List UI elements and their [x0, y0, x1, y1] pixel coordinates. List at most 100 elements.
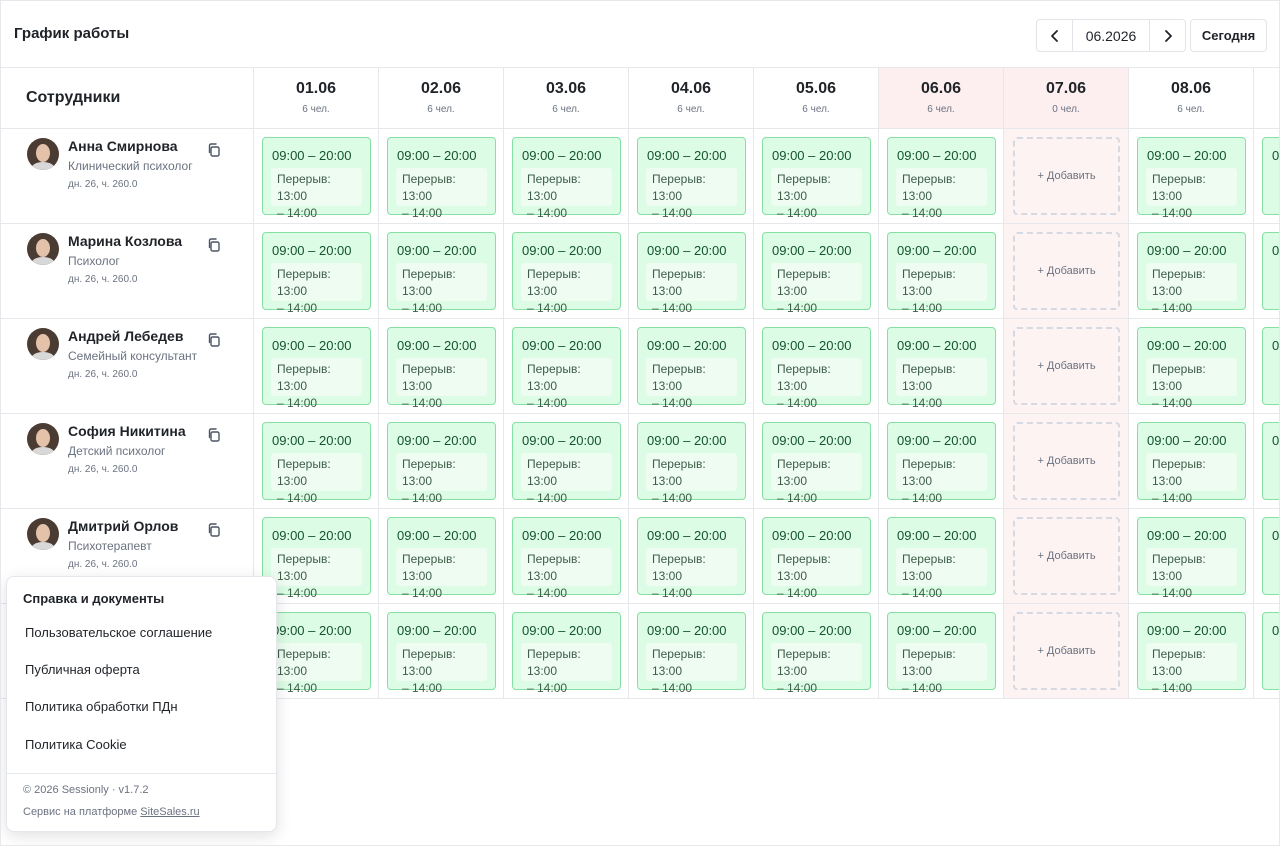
shift-card[interactable]: 09:00 – 20:00 Перерыв: 13:00 – 14:00: [512, 422, 621, 505]
shift-card[interactable]: 09:00 – 20:00 Перерыв: 13:00 – 14:00: [637, 612, 746, 695]
break-end: – 14:00: [277, 491, 318, 505]
employee-name[interactable]: Дмитрий Орлов: [68, 518, 178, 534]
shift-card[interactable]: 09:00 – 20:00 Перерыв: 13:00 – 14:00: [637, 422, 746, 505]
shift-card-partial[interactable]: 09:00 – 20:00: [1262, 232, 1279, 310]
day-date: 06.06: [920, 80, 962, 97]
shift-card[interactable]: 09:00 – 20:00 Перерыв: 13:00 – 14:00: [762, 232, 871, 315]
employee-name[interactable]: София Никитина: [68, 423, 186, 439]
terms-of-use-link[interactable]: Пользовательское соглашение: [25, 625, 212, 640]
shift-card[interactable]: 09:00 – 20:00 Перерыв: 13:00 – 14:00: [262, 422, 371, 505]
shift-card-partial[interactable]: 09:00 – 20:00: [1262, 422, 1279, 500]
day-date: 04.06: [670, 80, 712, 97]
shift-break: Перерыв: 13:00 – 14:00: [896, 263, 987, 315]
cookie-policy-link[interactable]: Политика Cookie: [25, 737, 127, 752]
public-offer-link[interactable]: Публичная оферта: [25, 662, 140, 677]
today-button[interactable]: Сегодня: [1190, 19, 1267, 52]
shift-card[interactable]: 09:00 – 20:00 Перерыв: 13:00 – 14:00: [637, 517, 746, 600]
add-shift-button[interactable]: + Добавить: [1013, 612, 1120, 690]
employee-name[interactable]: Андрей Лебедев: [68, 328, 183, 344]
shift-card[interactable]: 09:00 – 20:00 Перерыв: 13:00 – 14:00: [262, 517, 371, 600]
copy-icon[interactable]: [206, 332, 222, 348]
avatar-face: [36, 429, 50, 447]
shift-break: Перерыв: 13:00 – 14:00: [646, 643, 737, 695]
break-start: Перерыв: 13:00: [652, 362, 706, 393]
break-start: Перерыв: 13:00: [527, 267, 581, 298]
shift-card[interactable]: 09:00 – 20:00 Перерыв: 13:00 – 14:00: [387, 422, 496, 505]
shift-card[interactable]: 09:00 – 20:00 Перерыв: 13:00 – 14:00: [637, 327, 746, 410]
shift-card[interactable]: 09:00 – 20:00 Перерыв: 13:00 – 14:00: [262, 232, 371, 315]
shift-card[interactable]: 09:00 – 20:00 Перерыв: 13:00 – 14:00: [762, 422, 871, 505]
add-shift-button[interactable]: + Добавить: [1013, 232, 1120, 310]
copy-icon[interactable]: [206, 522, 222, 538]
day-cell: 09:00 – 20:00 Перерыв: 13:00 – 14:00: [628, 604, 753, 698]
shift-card[interactable]: 09:00 – 20:00 Перерыв: 13:00 – 14:00: [262, 137, 371, 220]
add-shift-button[interactable]: + Добавить: [1013, 137, 1120, 215]
employee-hours: дн. 26, ч. 260.0: [68, 369, 138, 380]
shift-card[interactable]: 09:00 – 20:00 Перерыв: 13:00 – 14:00: [1137, 232, 1246, 315]
day-header-3: 04.06 6 чел.: [628, 68, 753, 128]
break-start: Перерыв: 13:00: [277, 267, 331, 298]
shift-card[interactable]: 09:00 – 20:00 Перерыв: 13:00 – 14:00: [1137, 137, 1246, 220]
shift-card[interactable]: 09:00 – 20:00 Перерыв: 13:00 – 14:00: [762, 327, 871, 410]
shift-card[interactable]: 09:00 – 20:00 Перерыв: 13:00 – 14:00: [887, 232, 996, 315]
shift-card[interactable]: 09:00 – 20:00 Перерыв: 13:00 – 14:00: [387, 612, 496, 695]
shift-card[interactable]: 09:00 – 20:00 Перерыв: 13:00 – 14:00: [1137, 422, 1246, 505]
copy-icon[interactable]: [206, 237, 222, 253]
add-shift-button[interactable]: + Добавить: [1013, 327, 1120, 405]
current-month[interactable]: 06.2026: [1072, 20, 1150, 51]
shift-time: 09:00 – 20:00: [397, 433, 477, 448]
shift-card[interactable]: 09:00 – 20:00 Перерыв: 13:00 – 14:00: [1137, 612, 1246, 695]
shift-card[interactable]: 09:00 – 20:00 Перерыв: 13:00 – 14:00: [637, 232, 746, 315]
shift-card[interactable]: 09:00 – 20:00 Перерыв: 13:00 – 14:00: [1137, 517, 1246, 600]
add-shift-button[interactable]: + Добавить: [1013, 517, 1120, 595]
next-month-button[interactable]: [1150, 20, 1185, 51]
shift-card[interactable]: 09:00 – 20:00 Перерыв: 13:00 – 14:00: [512, 517, 621, 600]
shift-card-partial[interactable]: 09:00 – 20:00: [1262, 612, 1279, 690]
prev-month-button[interactable]: [1037, 20, 1072, 51]
shift-card[interactable]: 09:00 – 20:00 Перерыв: 13:00 – 14:00: [762, 612, 871, 695]
employee-name[interactable]: Анна Смирнова: [68, 138, 178, 154]
shift-card[interactable]: 09:00 – 20:00 Перерыв: 13:00 – 14:00: [512, 232, 621, 315]
shift-card[interactable]: 09:00 – 20:00 Перерыв: 13:00 – 14:00: [887, 612, 996, 695]
shift-card[interactable]: 09:00 – 20:00 Перерыв: 13:00 – 14:00: [387, 517, 496, 600]
shift-card[interactable]: 09:00 – 20:00 Перерыв: 13:00 – 14:00: [762, 517, 871, 600]
shift-card-partial[interactable]: 09:00 – 20:00: [1262, 517, 1279, 595]
day-staff-count: 6 чел.: [1177, 104, 1205, 115]
day-cell: 09:00 – 20:00 Перерыв: 13:00 – 14:00: [878, 319, 1003, 413]
platform-link[interactable]: SiteSales.ru: [140, 806, 199, 818]
shift-card[interactable]: 09:00 – 20:00 Перерыв: 13:00 – 14:00: [637, 137, 746, 220]
shift-card[interactable]: 09:00 – 20:00 Перерыв: 13:00 – 14:00: [262, 612, 371, 695]
break-start: Перерыв: 13:00: [777, 362, 831, 393]
copy-icon[interactable]: [206, 142, 222, 158]
shift-card[interactable]: 09:00 – 20:00 Перерыв: 13:00 – 14:00: [887, 422, 996, 505]
shift-card[interactable]: 09:00 – 20:00 Перерыв: 13:00 – 14:00: [1137, 327, 1246, 410]
shift-card[interactable]: 09:00 – 20:00 Перерыв: 13:00 – 14:00: [262, 327, 371, 410]
shift-time: 09:00 – 20:00: [1147, 243, 1227, 258]
break-start: Перерыв: 13:00: [277, 362, 331, 393]
shift-card[interactable]: 09:00 – 20:00 Перерыв: 13:00 – 14:00: [387, 232, 496, 315]
day-cell: 09:00 – 20:00 Перерыв: 13:00 – 14:00: [503, 129, 628, 223]
shift-card[interactable]: 09:00 – 20:00 Перерыв: 13:00 – 14:00: [887, 137, 996, 220]
shift-card[interactable]: 09:00 – 20:00 Перерыв: 13:00 – 14:00: [512, 137, 621, 220]
shift-card[interactable]: 09:00 – 20:00 Перерыв: 13:00 – 14:00: [387, 327, 496, 410]
add-shift-button[interactable]: + Добавить: [1013, 422, 1120, 500]
shift-time: 09:00 – 20:00: [772, 338, 852, 353]
shift-card[interactable]: 09:00 – 20:00 Перерыв: 13:00 – 14:00: [887, 517, 996, 600]
privacy-policy-link[interactable]: Политика обработки ПДн: [25, 699, 178, 714]
shift-break: Перерыв: 13:00 – 14:00: [646, 263, 737, 315]
copy-icon[interactable]: [206, 427, 222, 443]
shift-card-partial[interactable]: 09:00 – 20:00: [1262, 327, 1279, 405]
shift-card[interactable]: 09:00 – 20:00 Перерыв: 13:00 – 14:00: [512, 612, 621, 695]
shift-time: 09:00 – 20:00: [897, 528, 977, 543]
shift-card[interactable]: 09:00 – 20:00 Перерыв: 13:00 – 14:00: [512, 327, 621, 410]
break-start: Перерыв: 13:00: [402, 552, 456, 583]
day-cell: 09:00 – 20:00 Перерыв: 13:00 – 14:00: [753, 319, 878, 413]
shift-card[interactable]: 09:00 – 20:00 Перерыв: 13:00 – 14:00: [387, 137, 496, 220]
shift-card[interactable]: 09:00 – 20:00 Перерыв: 13:00 – 14:00: [762, 137, 871, 220]
day-staff-count: 6 чел.: [927, 104, 955, 115]
shift-card[interactable]: 09:00 – 20:00 Перерыв: 13:00 – 14:00: [887, 327, 996, 410]
shift-break: Перерыв: 13:00 – 14:00: [521, 453, 612, 505]
shift-break: Перерыв: 13:00 – 14:00: [896, 643, 987, 695]
employee-name[interactable]: Марина Козлова: [68, 233, 182, 249]
shift-card-partial[interactable]: 09:00 – 20:00: [1262, 137, 1279, 215]
